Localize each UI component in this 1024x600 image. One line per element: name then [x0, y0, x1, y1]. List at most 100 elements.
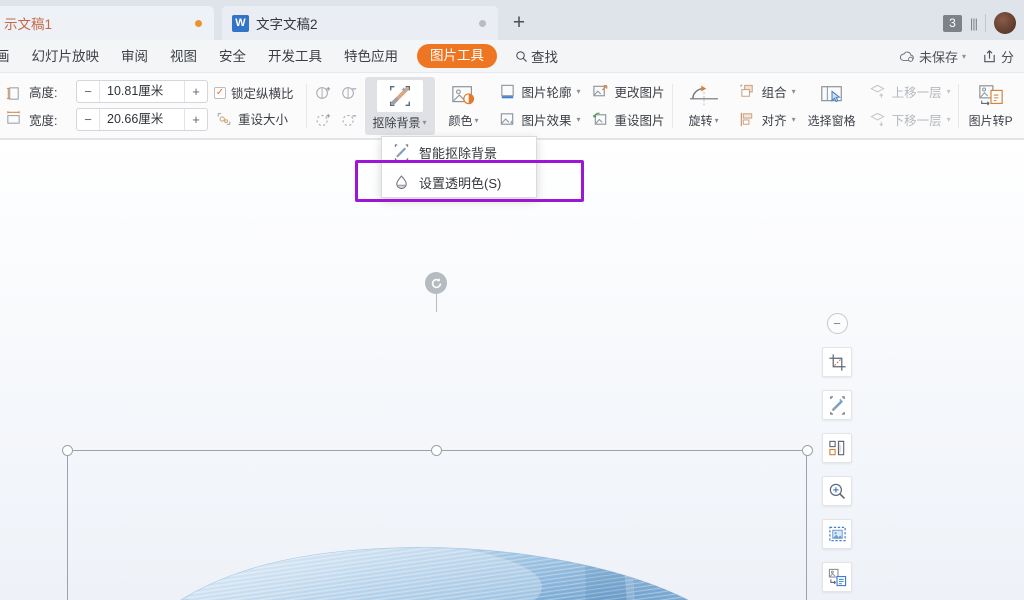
rotate-icon	[688, 83, 720, 109]
ribbon-group-rotate-presets	[309, 80, 365, 131]
decrease-brightness-icon[interactable]	[338, 80, 362, 104]
image-convert-button[interactable]	[822, 562, 852, 592]
chevron-down-icon[interactable]: ▾	[792, 87, 796, 96]
remove-background-button[interactable]: 抠除背景 ▾	[364, 76, 435, 135]
document-tab-1-modified-dot	[195, 19, 202, 27]
new-tab-button[interactable]: +	[498, 6, 540, 40]
send-backward-icon	[868, 110, 887, 129]
image-frame-icon	[828, 525, 847, 544]
dropdown-item-smart-remove-bg[interactable]: 智能抠除背景	[382, 137, 536, 167]
ribbon-group-layering: 上移一层 ▾ 下移一层 ▾	[863, 81, 956, 131]
selection-handle-top-center[interactable]	[431, 445, 442, 456]
picture-color-button[interactable]: 颜色 ▾	[435, 77, 493, 135]
increase-contrast-icon[interactable]	[312, 107, 336, 131]
ribbon-group-size: 高度: − 10.81厘米 + 宽度: − 20.66厘米 + ✓ 锁定纵横比 …	[0, 75, 304, 137]
menu-item-picture-tools[interactable]: 图片工具	[417, 44, 497, 68]
width-decrease-button[interactable]: −	[77, 109, 99, 130]
chevron-down-icon[interactable]: ▾	[577, 87, 581, 96]
height-decrease-button[interactable]: −	[77, 81, 99, 102]
height-increase-button[interactable]: +	[185, 81, 207, 102]
chevron-down-icon[interactable]: ▾	[715, 116, 719, 125]
change-picture-button[interactable]: 更改图片	[591, 81, 665, 103]
chevron-down-icon[interactable]: ▾	[792, 115, 796, 124]
share-button[interactable]: 分	[976, 47, 1020, 66]
group-label: 组合	[761, 86, 787, 100]
rotate-handle[interactable]	[425, 272, 447, 294]
reset-size-button[interactable]: 重设大小	[214, 109, 294, 128]
increase-brightness-icon[interactable]	[312, 80, 336, 104]
image-selection-frame	[62, 445, 813, 600]
menu-item-slideshow[interactable]: 幻灯片放映	[21, 40, 111, 73]
decrease-contrast-icon[interactable]	[338, 107, 362, 131]
rotate-button[interactable]: 旋转 ▾	[675, 77, 733, 135]
crop-button[interactable]	[822, 347, 852, 377]
selection-pane-button[interactable]: 选择窗格	[801, 77, 863, 135]
document-tab-2[interactable]: W 文字文稿2	[222, 6, 498, 40]
height-stepper[interactable]: − 10.81厘米 +	[76, 80, 208, 103]
chevron-down-icon[interactable]: ▾	[577, 115, 581, 124]
bring-forward-button[interactable]: 上移一层 ▾	[868, 81, 951, 103]
menu-find-label: 查找	[531, 50, 558, 65]
magic-wand-button[interactable]	[822, 390, 852, 420]
width-row: 宽度: − 20.66厘米 +	[29, 108, 208, 131]
menu-item-view[interactable]: 视图	[159, 40, 208, 73]
image-float-toolbar: −	[820, 313, 854, 600]
chevron-down-icon[interactable]: ▾	[475, 116, 479, 125]
menu-item-featured-apps[interactable]: 特色应用	[333, 40, 409, 73]
menu-find[interactable]: 查找	[505, 46, 568, 66]
picture-effects-label: 图片效果	[521, 114, 572, 128]
window-count-badge[interactable]: 3	[943, 14, 962, 32]
zoom-in-button[interactable]	[822, 476, 852, 506]
image-frame-button[interactable]	[822, 519, 852, 549]
width-increase-button[interactable]: +	[185, 109, 207, 130]
menu-item-animation[interactable]: 画	[0, 40, 21, 73]
chevron-down-icon[interactable]: ▾	[947, 87, 951, 96]
save-state-button[interactable]: 未保存 ▾	[893, 47, 972, 66]
menu-item-dev-tools[interactable]: 开发工具	[257, 40, 333, 73]
change-picture-label: 更改图片	[614, 86, 665, 100]
tabbar-right-cluster: 3 |||	[943, 6, 1024, 40]
chevron-down-icon[interactable]: ▾	[947, 115, 951, 124]
change-picture-icon	[591, 82, 610, 101]
picture-effects-button[interactable]: 图片效果 ▾	[498, 109, 581, 131]
menu-item-security[interactable]: 安全	[208, 40, 257, 73]
remove-background-icon	[376, 80, 423, 112]
picture-to-pdf-button[interactable]: 图片转P	[961, 77, 1021, 135]
document-tab-2-modified-dot	[479, 19, 486, 27]
ribbon-group-arrange: 组合 ▾ 对齐 ▾	[733, 81, 801, 131]
send-backward-label: 下移一层	[891, 114, 942, 128]
window-stack-icon[interactable]: |||	[970, 16, 978, 31]
rotate-row-2	[312, 107, 362, 131]
dropdown-item-set-transparent-color[interactable]: 设置透明色(S)	[382, 167, 536, 197]
ribbon-group-picture-style: 图片轮廓 ▾ 图片效果 ▾	[493, 81, 586, 131]
rotate-handle-stem	[436, 294, 437, 312]
avatar[interactable]	[994, 12, 1016, 34]
chevron-down-icon[interactable]: ▾	[423, 118, 427, 127]
share-icon	[982, 49, 997, 64]
document-tab-1[interactable]: 示文稿1	[0, 6, 214, 40]
selection-edge-left	[67, 450, 68, 600]
group-icon	[738, 82, 757, 101]
height-input[interactable]: 10.81厘米	[99, 81, 185, 102]
selection-handle-top-right[interactable]	[802, 445, 813, 456]
slide-canvas[interactable]: −	[0, 139, 1024, 600]
reset-picture-button[interactable]: 重设图片	[591, 109, 665, 131]
mirror-flip-button[interactable]	[822, 433, 852, 463]
collapse-toolbar-button[interactable]: −	[826, 313, 848, 334]
send-backward-button[interactable]: 下移一层 ▾	[868, 109, 951, 131]
width-input[interactable]: 20.66厘米	[99, 109, 185, 130]
zoom-in-icon	[828, 482, 847, 501]
image-convert-icon	[976, 83, 1006, 109]
mirror-flip-icon	[828, 439, 847, 458]
lock-aspect-ratio-checkbox[interactable]: ✓ 锁定纵横比	[214, 83, 294, 102]
menubar-right-cluster: 未保存 ▾ 分	[893, 47, 1024, 66]
picture-outline-button[interactable]: 图片轮廓 ▾	[498, 81, 581, 103]
align-button[interactable]: 对齐 ▾	[738, 109, 796, 131]
group-button[interactable]: 组合 ▾	[738, 81, 796, 103]
selection-handle-top-left[interactable]	[62, 445, 73, 456]
word-doc-icon: W	[232, 14, 249, 32]
width-stepper[interactable]: − 20.66厘米 +	[76, 108, 208, 131]
menu-item-review[interactable]: 审阅	[110, 40, 159, 73]
search-icon	[515, 50, 528, 63]
bring-forward-label: 上移一层	[891, 86, 942, 100]
